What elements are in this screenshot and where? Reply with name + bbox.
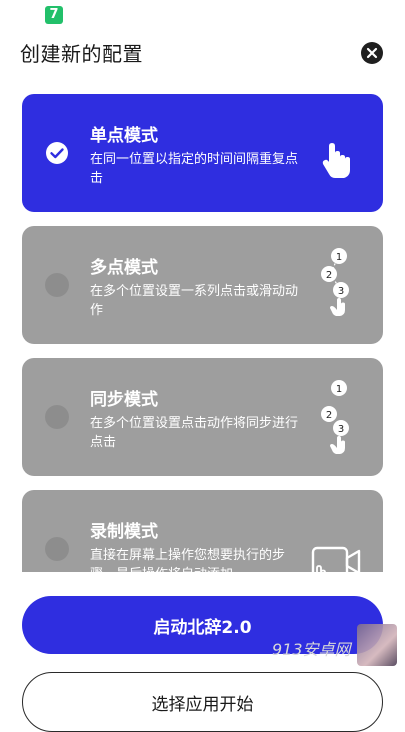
page-title: 创建新的配置	[20, 42, 143, 66]
close-button[interactable]	[361, 42, 383, 64]
step-number-2: 2	[326, 270, 332, 281]
mode-card-single-point[interactable]: 单点模式 在同一位置以指定的时间间隔重复点击	[22, 94, 383, 212]
watermark-avatar	[357, 624, 397, 666]
mode-description: 在同一位置以指定的时间间隔重复点击	[90, 152, 299, 186]
check-icon	[46, 142, 68, 164]
step-number-3: 3	[338, 286, 344, 297]
sync-tap-icon: 1 2 3	[321, 380, 349, 454]
choose-app-button[interactable]: 选择应用开始	[22, 672, 383, 732]
close-icon	[366, 47, 378, 59]
app-notification-icon: 7	[45, 6, 63, 24]
mode-card-record[interactable]: 录制模式 直接在屏幕上操作您想要执行的步骤，最后操作将自动添加	[22, 490, 383, 572]
radio-unselected[interactable]	[45, 405, 69, 429]
step-number-2: 2	[326, 410, 332, 421]
step-number-1: 1	[336, 384, 342, 395]
mode-description: 在多个位置设置一系列点击或滑动动作	[90, 284, 299, 318]
mode-title: 录制模式	[90, 522, 158, 542]
mode-title: 同步模式	[90, 390, 158, 410]
tap-hand-icon	[322, 143, 350, 178]
radio-unselected[interactable]	[45, 537, 69, 561]
screen-record-icon	[311, 546, 361, 572]
step-number-3: 3	[338, 424, 344, 435]
watermark: 913安卓网	[272, 640, 351, 659]
mode-list[interactable]: 单点模式 在同一位置以指定的时间间隔重复点击 多点模式 在多个位置设置一系列点击…	[0, 92, 405, 572]
multi-tap-icon: 1 2 3	[321, 248, 349, 316]
radio-unselected[interactable]	[45, 273, 69, 297]
step-number-1: 1	[336, 252, 342, 263]
radio-selected[interactable]	[45, 141, 69, 165]
mode-card-multi-point[interactable]: 多点模式 在多个位置设置一系列点击或滑动动作 1 2 3	[22, 226, 383, 344]
mode-title: 单点模式	[90, 126, 158, 146]
mode-description: 在多个位置设置点击动作将同步进行点击	[90, 416, 299, 450]
mode-title: 多点模式	[90, 258, 158, 278]
mode-description: 直接在屏幕上操作您想要执行的步骤，最后操作将自动添加	[90, 548, 286, 572]
mode-card-sync[interactable]: 同步模式 在多个位置设置点击动作将同步进行点击 1 2 3	[22, 358, 383, 476]
status-bar: 7	[0, 0, 405, 28]
